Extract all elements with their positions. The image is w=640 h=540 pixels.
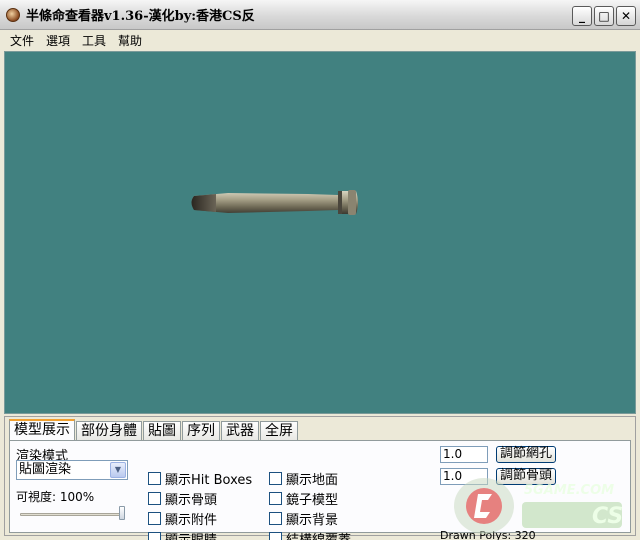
tab-fullscreen[interactable]: 全屏	[260, 421, 298, 440]
show-hitboxes-label: 顯示Hit Boxes	[165, 472, 253, 488]
model-viewport[interactable]	[4, 51, 636, 414]
show-ground-label: 顯示地面	[286, 472, 339, 488]
site-watermark: 5GAME.COM CS	[454, 478, 623, 534]
render-mode-value: 貼圖渲染	[19, 462, 72, 477]
tab-sequences[interactable]: 序列	[182, 421, 220, 440]
show-attachments-label: 顯示附件	[165, 512, 218, 528]
close-button[interactable]: ✕	[616, 6, 636, 26]
wireframe-overlay-checkbox[interactable]	[269, 531, 282, 540]
minimize-button[interactable]: _	[572, 6, 592, 26]
show-eyes-option[interactable]: 顯示眼睛	[148, 530, 217, 540]
window-title: 半條命查看器v1.36-漢化by:香港CS反	[26, 9, 255, 24]
menu-bar: 文件 選項 工具 幫助	[0, 30, 640, 50]
svg-text:CS: CS	[592, 504, 623, 529]
visibility-slider-track[interactable]	[20, 513, 124, 516]
watermark-text: 5GAME.COM	[524, 483, 614, 498]
wireframe-overlay-option[interactable]: 結構線覆蓋	[269, 530, 351, 540]
show-ground-option[interactable]: 顯示地面	[269, 470, 339, 488]
visibility-label: 可視度: 100%	[16, 490, 95, 504]
app-icon	[6, 7, 20, 22]
bullet-shell-model	[191, 190, 358, 215]
menu-options[interactable]: 選項	[40, 32, 76, 49]
show-background-label: 顯示背景	[286, 512, 339, 528]
menu-tools[interactable]: 工具	[76, 32, 112, 49]
tab-textures[interactable]: 貼圖	[143, 421, 181, 440]
show-bones-checkbox[interactable]	[148, 491, 161, 505]
chevron-down-icon[interactable]: ▼	[110, 462, 126, 478]
show-hitboxes-option[interactable]: 顯示Hit Boxes	[148, 470, 253, 488]
grid-size-input[interactable]: 1.0	[440, 446, 488, 463]
show-ground-checkbox[interactable]	[269, 471, 282, 485]
show-attachments-checkbox[interactable]	[148, 511, 161, 525]
menu-help[interactable]: 幫助	[112, 32, 148, 49]
wireframe-overlay-label: 結構線覆蓋	[286, 532, 352, 540]
mirror-model-option[interactable]: 鏡子模型	[269, 490, 339, 508]
title-bar[interactable]: 半條命查看器v1.36-漢化by:香港CS反 _ □ ✕	[0, 0, 640, 30]
show-background-option[interactable]: 顯示背景	[269, 510, 339, 528]
show-eyes-checkbox[interactable]	[148, 531, 161, 540]
mirror-model-label: 鏡子模型	[286, 492, 339, 508]
visibility-slider-thumb[interactable]	[119, 506, 125, 520]
tab-body-parts[interactable]: 部份身體	[76, 421, 142, 440]
show-bones-option[interactable]: 顯示骨頭	[148, 490, 218, 508]
window-controls: _ □ ✕	[572, 6, 636, 26]
adjust-grid-button[interactable]: 調節網孔	[496, 446, 557, 463]
render-mode-select[interactable]: 貼圖渲染 ▼	[16, 460, 128, 480]
show-bones-label: 顯示骨頭	[165, 492, 218, 508]
show-eyes-label: 顯示眼睛	[165, 532, 218, 540]
show-attachments-option[interactable]: 顯示附件	[148, 510, 218, 528]
tab-weapons[interactable]: 武器	[221, 421, 259, 440]
tab-model-display[interactable]: 模型展示	[9, 419, 75, 440]
tab-bar: 模型展示 部份身體 貼圖 序列 武器 全屏	[9, 419, 299, 440]
menu-file[interactable]: 文件	[4, 32, 40, 49]
maximize-button[interactable]: □	[594, 6, 614, 26]
show-background-checkbox[interactable]	[269, 511, 282, 525]
show-hitboxes-checkbox[interactable]	[148, 471, 161, 485]
mirror-model-checkbox[interactable]	[269, 491, 282, 505]
